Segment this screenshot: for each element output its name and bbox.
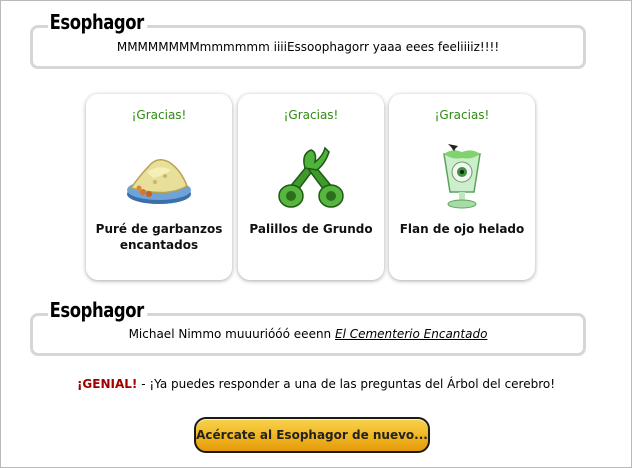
grundo-sticks-icon bbox=[278, 146, 344, 208]
speaker-name-bottom: Esophagor bbox=[48, 299, 148, 321]
notice-text: - ¡Ya puedes responder a una de las preg… bbox=[137, 377, 556, 391]
item-name: Palillos de Grundo bbox=[249, 222, 373, 236]
item-card-2: ¡Gracias! Palillos de Grundo bbox=[238, 94, 384, 280]
item-card-3: ¡Gracias! Flan de ojo helado bbox=[389, 94, 535, 280]
brain-tree-notice: ¡GENIAL! - ¡Ya puedes responder a una de… bbox=[0, 377, 632, 391]
mashed-chickpeas-icon bbox=[127, 159, 191, 204]
item-card-1: ¡Gracias! Puré de garbanzos encantados bbox=[86, 94, 232, 280]
notice-emphasis: ¡GENIAL! bbox=[76, 377, 138, 391]
speaker-name-top: Esophagor bbox=[48, 11, 148, 33]
thanks-label: ¡Gracias! bbox=[283, 108, 339, 122]
item-name: Puré de garbanzos encantados bbox=[95, 222, 223, 252]
item-name: Flan de ojo helado bbox=[399, 222, 525, 236]
thanks-label: ¡Gracias! bbox=[131, 108, 187, 122]
speech-text-lead: Michael Nimmo muuurióóó eeenn bbox=[128, 327, 335, 341]
approach-again-button[interactable]: Acércate al Esophagor de nuevo... bbox=[194, 417, 430, 453]
place-link[interactable]: El Cementerio Encantado bbox=[335, 327, 487, 341]
eyeball-flan-icon bbox=[443, 144, 481, 209]
thanks-label: ¡Gracias! bbox=[434, 108, 490, 122]
